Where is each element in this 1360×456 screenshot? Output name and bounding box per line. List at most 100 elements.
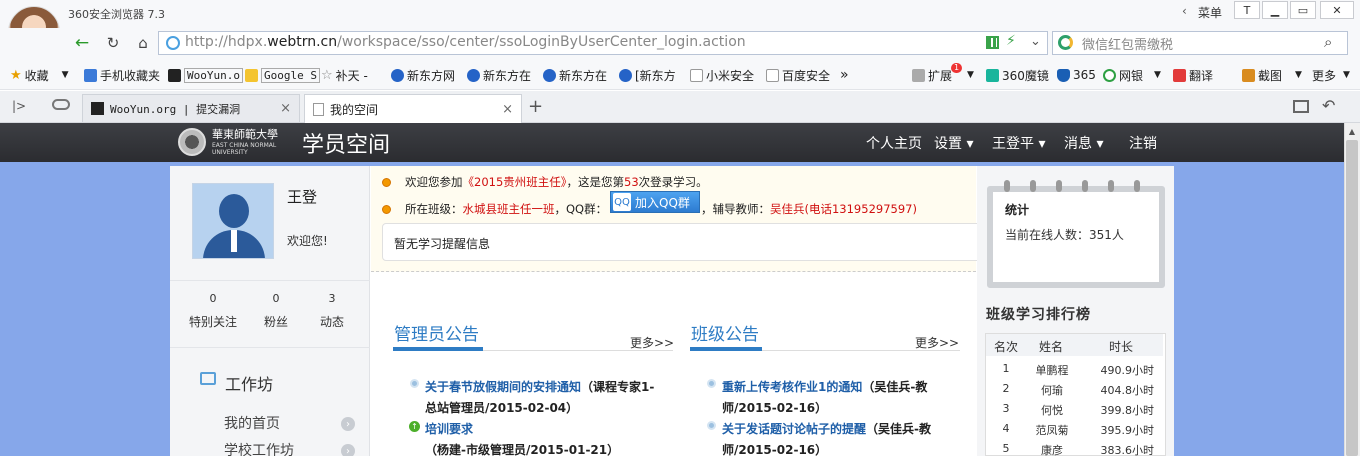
- bookmark-google[interactable]: Google S: [245, 66, 320, 84]
- tool-screenshot[interactable]: 截图 ▼: [1242, 66, 1302, 84]
- bookmark-wooyun[interactable]: WooYun.o: [168, 66, 243, 84]
- rank-cell: 5: [1002, 442, 1010, 455]
- bookmark-label: [新东方: [635, 68, 676, 83]
- notice-title-link[interactable]: 培训要求: [425, 422, 473, 436]
- caret-down-icon[interactable]: ▼: [967, 70, 974, 80]
- bookmark-xdf-3[interactable]: 新东方在: [543, 66, 607, 84]
- caret-down-icon[interactable]: ▼: [1295, 70, 1302, 80]
- sidebar-toggle-icon[interactable]: |>: [12, 99, 26, 113]
- paw-icon: [467, 68, 480, 82]
- nav-logout-link[interactable]: 注销: [1129, 133, 1157, 153]
- close-tab-icon[interactable]: ×: [502, 102, 513, 117]
- nav-home-link[interactable]: 个人主页: [866, 133, 922, 153]
- chevron-right-icon[interactable]: ›: [341, 444, 355, 456]
- tool-mirror[interactable]: 360魔镜: [986, 66, 1049, 84]
- notice-title-link[interactable]: 关于发话题讨论帖子的提醒: [722, 422, 866, 436]
- notice-text: 所在班级：: [405, 202, 463, 216]
- admin-notice-item[interactable]: 关于春节放假期间的安排通知（课程专家1-总站管理员/2015-02-04）: [425, 377, 665, 419]
- qr-code-icon[interactable]: [986, 36, 999, 49]
- bookmark-baidu[interactable]: 百度安全: [766, 66, 830, 84]
- tool-ebank[interactable]: 网银 ▼: [1103, 66, 1161, 84]
- bookmark-xdf-2[interactable]: 新东方在: [467, 66, 531, 84]
- caret-down-icon[interactable]: ▼: [1154, 70, 1161, 80]
- scroll-up-icon[interactable]: ▲: [1344, 123, 1360, 139]
- bookmark-label: 新东方在: [559, 68, 608, 83]
- chevron-right-icon[interactable]: ›: [341, 417, 355, 431]
- scrollbar-thumb[interactable]: [1346, 140, 1358, 456]
- avatar[interactable]: [192, 183, 274, 259]
- menu-school-workshop[interactable]: 学校工作坊: [224, 440, 294, 456]
- nav-messages-menu[interactable]: 消息 ▾: [1064, 133, 1103, 153]
- hours-cell: 490.9小时: [1100, 364, 1155, 377]
- ranking-title: 班级学习排行榜: [986, 307, 1091, 323]
- class-link[interactable]: 水城县班主任一班: [463, 202, 555, 216]
- bullet-icon: [382, 205, 391, 214]
- reload-button[interactable]: ↻: [101, 32, 125, 54]
- search-engine-icon[interactable]: [1058, 35, 1073, 50]
- bookmark-xdf-1[interactable]: 新东方网: [391, 66, 455, 84]
- bookmark-favorites[interactable]: ★ 收藏 ▼: [10, 66, 69, 84]
- tab-wooyun[interactable]: WooYun.org | 提交漏洞 ×: [82, 94, 300, 122]
- nav-user-menu[interactable]: 王登平 ▾: [992, 133, 1045, 153]
- stat-activity-label[interactable]: 动态: [299, 313, 365, 330]
- search-placeholder: 微信红包需缴税: [1082, 38, 1174, 53]
- tutor-info: ，辅导教师：吴佳兵(电话13195297597): [701, 201, 917, 217]
- bullet-icon: [707, 421, 716, 430]
- class-notice-item[interactable]: 重新上传考核作业1的通知（吴佳兵-教师/2015-02-16）: [722, 377, 962, 419]
- stat-following-count[interactable]: 0: [180, 292, 246, 305]
- join-qq-group-button[interactable]: QQ 加入QQ群: [610, 191, 700, 213]
- close-button[interactable]: ✕: [1320, 1, 1354, 19]
- close-tab-icon[interactable]: ×: [280, 101, 291, 116]
- new-tab-button[interactable]: +: [528, 96, 543, 117]
- tab-my-space[interactable]: 我的空间 ×: [304, 94, 522, 123]
- search-icon[interactable]: ⌕: [1324, 33, 1332, 51]
- admin-notice-item[interactable]: 培训要求 （杨建-市级管理员/2015-01-21）: [425, 419, 665, 456]
- bookmark-label: 新东方网: [407, 68, 456, 83]
- home-button[interactable]: ⌂: [131, 32, 155, 54]
- cloud-icon[interactable]: [52, 99, 70, 110]
- tutor-link[interactable]: 吴佳兵(电话13195297597): [770, 202, 917, 216]
- caret-down-icon[interactable]: ▼: [62, 70, 69, 80]
- menu-my-home[interactable]: 我的首页: [224, 413, 280, 433]
- stat-following-label[interactable]: 特别关注: [180, 313, 246, 330]
- bookmark-xdf-4[interactable]: [新东方: [619, 66, 676, 84]
- class-notice-title[interactable]: 班级公告: [691, 320, 759, 345]
- bookmark-mobile[interactable]: 手机收藏夹: [84, 66, 160, 84]
- restore-tabs-icon[interactable]: [1293, 100, 1309, 113]
- notice-text: ，辅导教师：: [701, 202, 770, 216]
- bookmark-xiaomi[interactable]: 小米安全: [690, 66, 754, 84]
- bookmark-butian[interactable]: ☆ 补天 -: [321, 66, 368, 84]
- bookmarks-overflow-icon[interactable]: »: [840, 66, 849, 84]
- notice-text: 欢迎您参加: [405, 175, 463, 189]
- url-text[interactable]: http://hdpx.webtrn.cn/workspace/sso/cent…: [185, 34, 746, 50]
- tool-365[interactable]: 365: [1057, 66, 1096, 84]
- document-icon: [313, 102, 324, 116]
- new-badge-icon: ↑: [409, 421, 420, 432]
- undo-close-icon[interactable]: ↶: [1322, 96, 1335, 115]
- minimize-button[interactable]: ▁: [1262, 1, 1288, 19]
- online-value: 351人: [1089, 228, 1124, 242]
- menu-arrow-icon[interactable]: ‹: [1182, 4, 1187, 18]
- column-header: 时长: [1108, 340, 1133, 354]
- skin-button[interactable]: T: [1234, 1, 1260, 19]
- bookmark-label: 补天 -: [335, 68, 368, 83]
- tool-translate[interactable]: 翻译: [1173, 66, 1213, 84]
- notice-title-link[interactable]: 重新上传考核作业1的通知: [722, 380, 862, 394]
- notice-title-link[interactable]: 关于春节放假期间的安排通知: [425, 380, 581, 394]
- course-link[interactable]: 《2015贵州班主任》: [463, 175, 567, 189]
- nav-settings-menu[interactable]: 设置 ▾: [934, 133, 973, 153]
- class-more-link[interactable]: 更多>>: [915, 334, 959, 351]
- speed-mode-icon[interactable]: ⚡: [1006, 33, 1016, 49]
- menu-button[interactable]: 菜单: [1198, 4, 1222, 21]
- admin-notice-title[interactable]: 管理员公告: [394, 320, 479, 345]
- chevron-down-icon[interactable]: ⌄: [1030, 34, 1041, 49]
- caret-down-icon[interactable]: ▼: [1343, 70, 1350, 80]
- screenshot-icon: [1242, 68, 1255, 82]
- admin-more-link[interactable]: 更多>>: [630, 334, 674, 351]
- tool-more[interactable]: 更多 ▼: [1312, 66, 1350, 84]
- tool-extension[interactable]: 扩展 ▼: [912, 66, 974, 84]
- maximize-button[interactable]: ▭: [1290, 1, 1316, 19]
- stat-activity-count[interactable]: 3: [299, 292, 365, 305]
- class-notice-item[interactable]: 关于发话题讨论帖子的提醒（吴佳兵-教师/2015-02-16）: [722, 419, 962, 456]
- back-button[interactable]: ←: [70, 32, 94, 54]
